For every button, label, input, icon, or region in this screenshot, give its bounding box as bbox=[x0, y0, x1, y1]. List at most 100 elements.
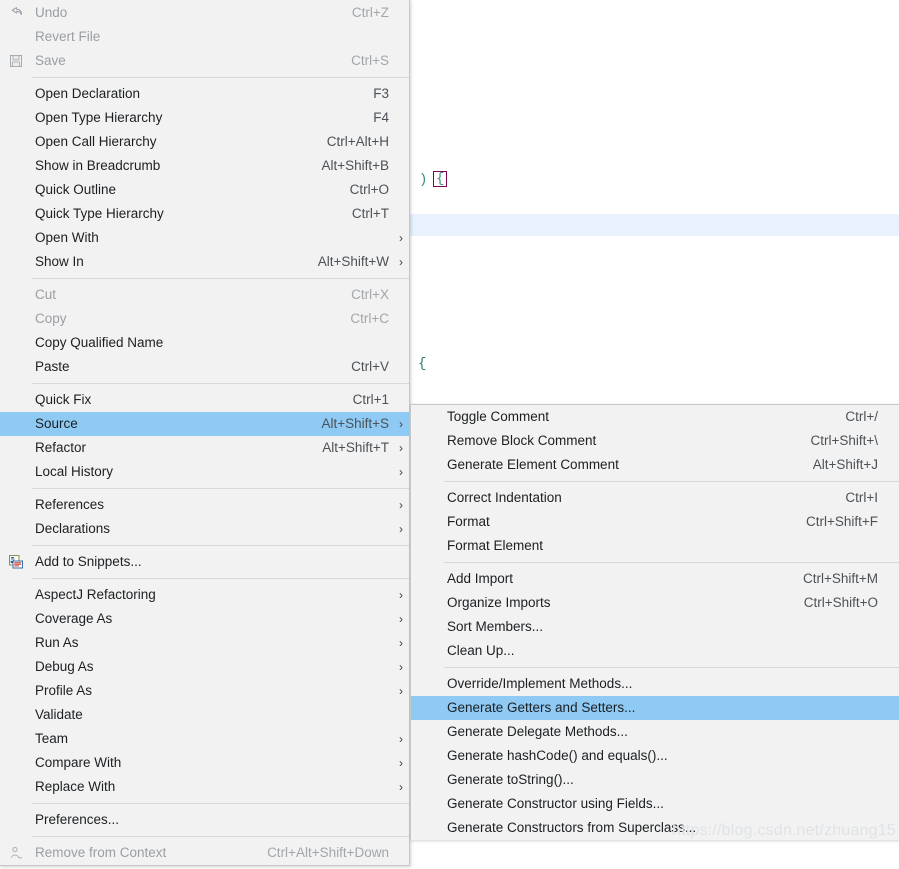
menu-item-icon-slot bbox=[411, 591, 444, 615]
menu-item-correct-indentation[interactable]: Correct Indentation Ctrl+I bbox=[411, 486, 899, 510]
remove-context-icon bbox=[8, 845, 24, 861]
menu-item-team[interactable]: Team › bbox=[0, 727, 409, 751]
menu-item-compare-with[interactable]: Compare With › bbox=[0, 751, 409, 775]
editor-context-menu[interactable]: Undo Ctrl+Z Revert File Save Ctrl+S Open Decl… bbox=[0, 0, 410, 866]
menu-item-source[interactable]: Source Alt+Shift+S › bbox=[0, 412, 409, 436]
menu-item-profile-as[interactable]: Profile As › bbox=[0, 679, 409, 703]
menu-item-generate-getters-and-setters[interactable]: Generate Getters and Setters... bbox=[411, 696, 899, 720]
chevron-right-icon: › bbox=[399, 522, 403, 536]
menu-item-label: Open Declaration bbox=[35, 86, 141, 101]
menu-item-toggle-comment[interactable]: Toggle Comment Ctrl+/ bbox=[411, 405, 899, 429]
menu-item-icon-slot bbox=[0, 1, 32, 25]
menu-item-quick-type-hierarchy[interactable]: Quick Type Hierarchy Ctrl+T bbox=[0, 202, 409, 226]
menu-item-label: Toggle Comment bbox=[447, 409, 550, 424]
menu-item-label: Generate toString()... bbox=[447, 772, 574, 787]
chevron-right-icon: › bbox=[399, 255, 403, 269]
menu-item-run-as[interactable]: Run As › bbox=[0, 631, 409, 655]
menu-item-shortcut: Ctrl+S bbox=[351, 53, 389, 68]
menu-item-generate-delegate-methods[interactable]: Generate Delegate Methods... bbox=[411, 720, 899, 744]
menu-item-shortcut: Ctrl+Alt+H bbox=[326, 134, 389, 149]
menu-item-icon-slot bbox=[0, 226, 32, 250]
menu-item-label: Copy bbox=[35, 311, 67, 326]
menu-item-validate[interactable]: Validate bbox=[0, 703, 409, 727]
menu-item-icon-slot bbox=[0, 307, 32, 331]
menu-separator bbox=[32, 77, 409, 78]
menu-item-add-to-snippets[interactable]: Add to Snippets... bbox=[0, 550, 409, 574]
menu-item-icon-slot bbox=[411, 615, 444, 639]
menu-item-icon-slot bbox=[0, 808, 32, 832]
menu-item-label: Quick Outline bbox=[35, 182, 117, 197]
menu-item-generate-element-comment[interactable]: Generate Element Comment Alt+Shift+J bbox=[411, 453, 899, 477]
menu-item-debug-as[interactable]: Debug As › bbox=[0, 655, 409, 679]
chevron-right-icon: › bbox=[399, 660, 403, 674]
menu-item-generate-constructors-from-superclass[interactable]: Generate Constructors from Superclass... bbox=[411, 816, 899, 840]
menu-item-open-with[interactable]: Open With › bbox=[0, 226, 409, 250]
menu-item-save: Save Ctrl+S bbox=[0, 49, 409, 73]
menu-item-label: Local History bbox=[35, 464, 114, 479]
menu-item-icon-slot bbox=[0, 412, 32, 436]
menu-item-clean-up[interactable]: Clean Up... bbox=[411, 639, 899, 663]
source-submenu[interactable]: Toggle Comment Ctrl+/ Remove Block Comment… bbox=[410, 404, 899, 840]
menu-item-label: Generate Delegate Methods... bbox=[447, 724, 628, 739]
menu-item-format-element[interactable]: Format Element bbox=[411, 534, 899, 558]
menu-item-paste[interactable]: Paste Ctrl+V bbox=[0, 355, 409, 379]
menu-item-icon-slot bbox=[0, 460, 32, 484]
menu-separator bbox=[32, 488, 409, 489]
menu-item-generate-constructor-using-fields[interactable]: Generate Constructor using Fields... bbox=[411, 792, 899, 816]
menu-item-add-import[interactable]: Add Import Ctrl+Shift+M bbox=[411, 567, 899, 591]
chevron-right-icon: › bbox=[399, 612, 403, 626]
menu-separator bbox=[32, 383, 409, 384]
menu-item-quick-fix[interactable]: Quick Fix Ctrl+1 bbox=[0, 388, 409, 412]
menu-item-preferences[interactable]: Preferences... bbox=[0, 808, 409, 832]
menu-item-open-call-hierarchy[interactable]: Open Call Hierarchy Ctrl+Alt+H bbox=[0, 130, 409, 154]
menu-item-icon-slot bbox=[0, 493, 32, 517]
menu-item-shortcut: Ctrl+C bbox=[350, 311, 389, 326]
menu-item-shortcut: Ctrl+I bbox=[845, 490, 878, 505]
menu-item-shortcut: Alt+Shift+B bbox=[321, 158, 389, 173]
menu-item-label: Generate Element Comment bbox=[447, 457, 619, 472]
menu-item-copy: Copy Ctrl+C bbox=[0, 307, 409, 331]
menu-item-show-in-breadcrumb[interactable]: Show in Breadcrumb Alt+Shift+B bbox=[0, 154, 409, 178]
menu-item-declarations[interactable]: Declarations › bbox=[0, 517, 409, 541]
menu-item-remove-block-comment[interactable]: Remove Block Comment Ctrl+Shift+\ bbox=[411, 429, 899, 453]
menu-item-show-in[interactable]: Show In Alt+Shift+W › bbox=[0, 250, 409, 274]
menu-item-open-declaration[interactable]: Open Declaration F3 bbox=[0, 82, 409, 106]
menu-item-icon-slot bbox=[0, 436, 32, 460]
menu-item-icon-slot bbox=[0, 631, 32, 655]
chevron-right-icon: › bbox=[399, 465, 403, 479]
editor-brace-glyph: { bbox=[418, 356, 427, 372]
menu-item-organize-imports[interactable]: Organize Imports Ctrl+Shift+O bbox=[411, 591, 899, 615]
menu-item-label: Add Import bbox=[447, 571, 514, 586]
chevron-right-icon: › bbox=[399, 780, 403, 794]
menu-item-generate-tostring[interactable]: Generate toString()... bbox=[411, 768, 899, 792]
menu-item-icon-slot bbox=[0, 841, 32, 865]
menu-item-label: Run As bbox=[35, 635, 79, 650]
menu-item-refactor[interactable]: Refactor Alt+Shift+T › bbox=[0, 436, 409, 460]
chevron-right-icon: › bbox=[399, 588, 403, 602]
menu-item-coverage-as[interactable]: Coverage As › bbox=[0, 607, 409, 631]
menu-item-local-history[interactable]: Local History › bbox=[0, 460, 409, 484]
menu-item-cut: Cut Ctrl+X bbox=[0, 283, 409, 307]
menu-separator bbox=[444, 481, 899, 482]
menu-item-shortcut: Alt+Shift+S bbox=[321, 416, 389, 431]
menu-item-format[interactable]: Format Ctrl+Shift+F bbox=[411, 510, 899, 534]
menu-item-copy-qualified-name[interactable]: Copy Qualified Name bbox=[0, 331, 409, 355]
menu-item-generate-hashcode-and-equals[interactable]: Generate hashCode() and equals()... bbox=[411, 744, 899, 768]
chevron-right-icon: › bbox=[399, 756, 403, 770]
menu-item-label: Validate bbox=[35, 707, 83, 722]
menu-item-open-type-hierarchy[interactable]: Open Type Hierarchy F4 bbox=[0, 106, 409, 130]
menu-item-override-implement-methods[interactable]: Override/Implement Methods... bbox=[411, 672, 899, 696]
menu-item-quick-outline[interactable]: Quick Outline Ctrl+O bbox=[0, 178, 409, 202]
menu-item-icon-slot bbox=[411, 696, 444, 720]
menu-item-icon-slot bbox=[0, 283, 32, 307]
menu-item-sort-members[interactable]: Sort Members... bbox=[411, 615, 899, 639]
menu-item-label: Format Element bbox=[447, 538, 544, 553]
menu-item-aspectj-refactoring[interactable]: AspectJ Refactoring › bbox=[0, 583, 409, 607]
menu-item-icon-slot bbox=[411, 429, 444, 453]
menu-item-label: Quick Fix bbox=[35, 392, 92, 407]
menu-item-label: Open Call Hierarchy bbox=[35, 134, 157, 149]
menu-item-label: Preferences... bbox=[35, 812, 120, 827]
chevron-right-icon: › bbox=[399, 636, 403, 650]
menu-item-references[interactable]: References › bbox=[0, 493, 409, 517]
menu-item-replace-with[interactable]: Replace With › bbox=[0, 775, 409, 799]
